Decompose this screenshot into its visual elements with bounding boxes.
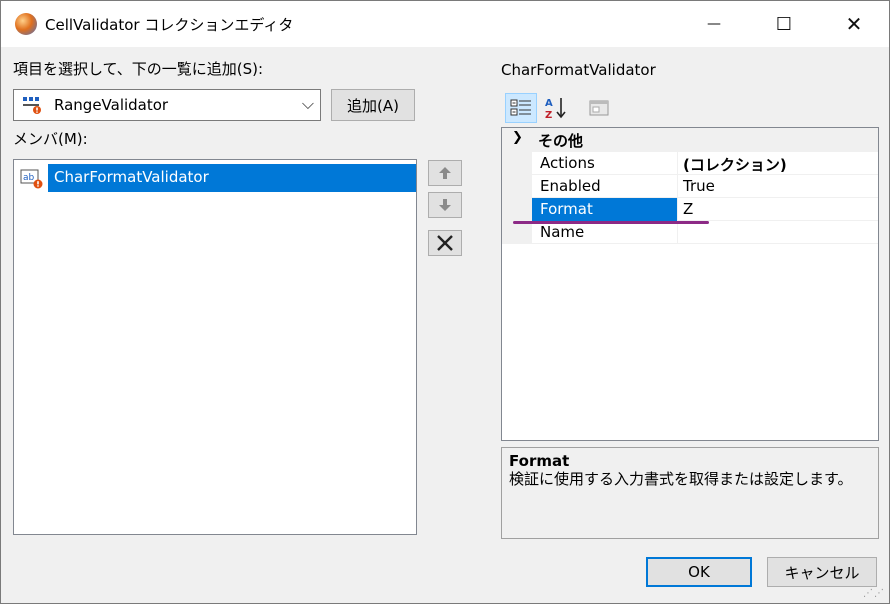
sort-az-icon: A Z [545, 98, 566, 120]
members-label: メンバ(M): [13, 130, 88, 148]
members-list[interactable]: ab CharFormatValidator [13, 159, 417, 535]
close-button[interactable]: ✕ [831, 1, 877, 47]
app-icon [15, 13, 37, 35]
chevron-down-icon[interactable]: ⌵ [302, 94, 314, 114]
maximize-icon: ☐ [775, 13, 793, 35]
property-row-name[interactable]: Name [502, 221, 878, 244]
title-bar: CellValidator コレクションエディタ — ☐ ✕ [1, 1, 889, 47]
collection-editor-window: CellValidator コレクションエディタ — ☐ ✕ 項目を選択して、下… [0, 0, 890, 604]
property-name: Actions [532, 152, 678, 175]
delete-x-icon [437, 235, 453, 251]
validator-type-combo[interactable]: RangeValidator ⌵ [13, 89, 321, 121]
property-object-name: CharFormatValidator [501, 61, 656, 79]
property-value[interactable]: (コレクション) [679, 152, 878, 175]
char-format-validator-icon: ab [20, 169, 43, 189]
resize-grip-icon[interactable]: ⋰⋰ [863, 588, 885, 599]
annotation-underline [513, 221, 709, 224]
svg-text:ab: ab [23, 173, 35, 183]
row-gutter [502, 152, 532, 175]
property-pages-icon [589, 100, 609, 116]
property-description-panel: Format 検証に使用する入力書式を取得または設定します。 [501, 447, 879, 539]
categorized-view-button[interactable] [505, 93, 537, 123]
property-value[interactable] [679, 221, 878, 244]
chevron-down-icon[interactable]: ❯ [512, 130, 523, 145]
property-grid[interactable]: ❯ その他 Actions (コレクション) Enabled True Form… [501, 127, 879, 441]
window-title: CellValidator コレクションエディタ [45, 16, 294, 34]
property-value[interactable]: True [679, 175, 878, 198]
close-icon: ✕ [845, 12, 863, 36]
alphabetical-view-button[interactable]: A Z [541, 93, 573, 123]
move-up-button[interactable] [428, 160, 462, 186]
add-button[interactable]: 追加(A) [331, 89, 415, 121]
category-label: その他 [538, 132, 584, 150]
combo-selected-value: RangeValidator [54, 96, 169, 114]
svg-text:Z: Z [545, 110, 552, 120]
list-item[interactable]: ab CharFormatValidator [18, 164, 416, 192]
property-pages-button[interactable] [583, 93, 615, 123]
property-name: Enabled [532, 175, 678, 198]
description-title: Format [509, 452, 570, 470]
range-validator-icon [23, 97, 41, 114]
ok-button[interactable]: OK [646, 557, 752, 587]
add-item-label: 項目を選択して、下の一覧に追加(S): [13, 60, 264, 78]
property-row-format[interactable]: Format Z [502, 198, 878, 221]
list-item-label: CharFormatValidator [48, 164, 416, 192]
categorized-icon [510, 99, 531, 116]
property-value[interactable]: Z [679, 198, 878, 221]
property-row-enabled[interactable]: Enabled True [502, 175, 878, 198]
row-gutter [502, 221, 532, 244]
description-text: 検証に使用する入力書式を取得または設定します。 [509, 470, 853, 488]
cancel-button[interactable]: キャンセル [767, 557, 877, 587]
property-name: Format [532, 198, 678, 221]
maximize-button[interactable]: ☐ [761, 1, 807, 47]
minimize-button[interactable]: — [691, 1, 737, 47]
property-name: Name [532, 221, 678, 244]
move-down-button[interactable] [428, 192, 462, 218]
category-row[interactable]: ❯ その他 [502, 128, 878, 152]
delete-button[interactable] [428, 230, 462, 256]
arrow-up-icon [439, 167, 451, 179]
row-gutter [502, 175, 532, 198]
row-gutter [502, 198, 532, 221]
minimize-icon: — [707, 16, 721, 32]
property-row-actions[interactable]: Actions (コレクション) [502, 152, 878, 175]
arrow-down-icon [439, 199, 451, 211]
svg-text:A: A [545, 98, 553, 109]
